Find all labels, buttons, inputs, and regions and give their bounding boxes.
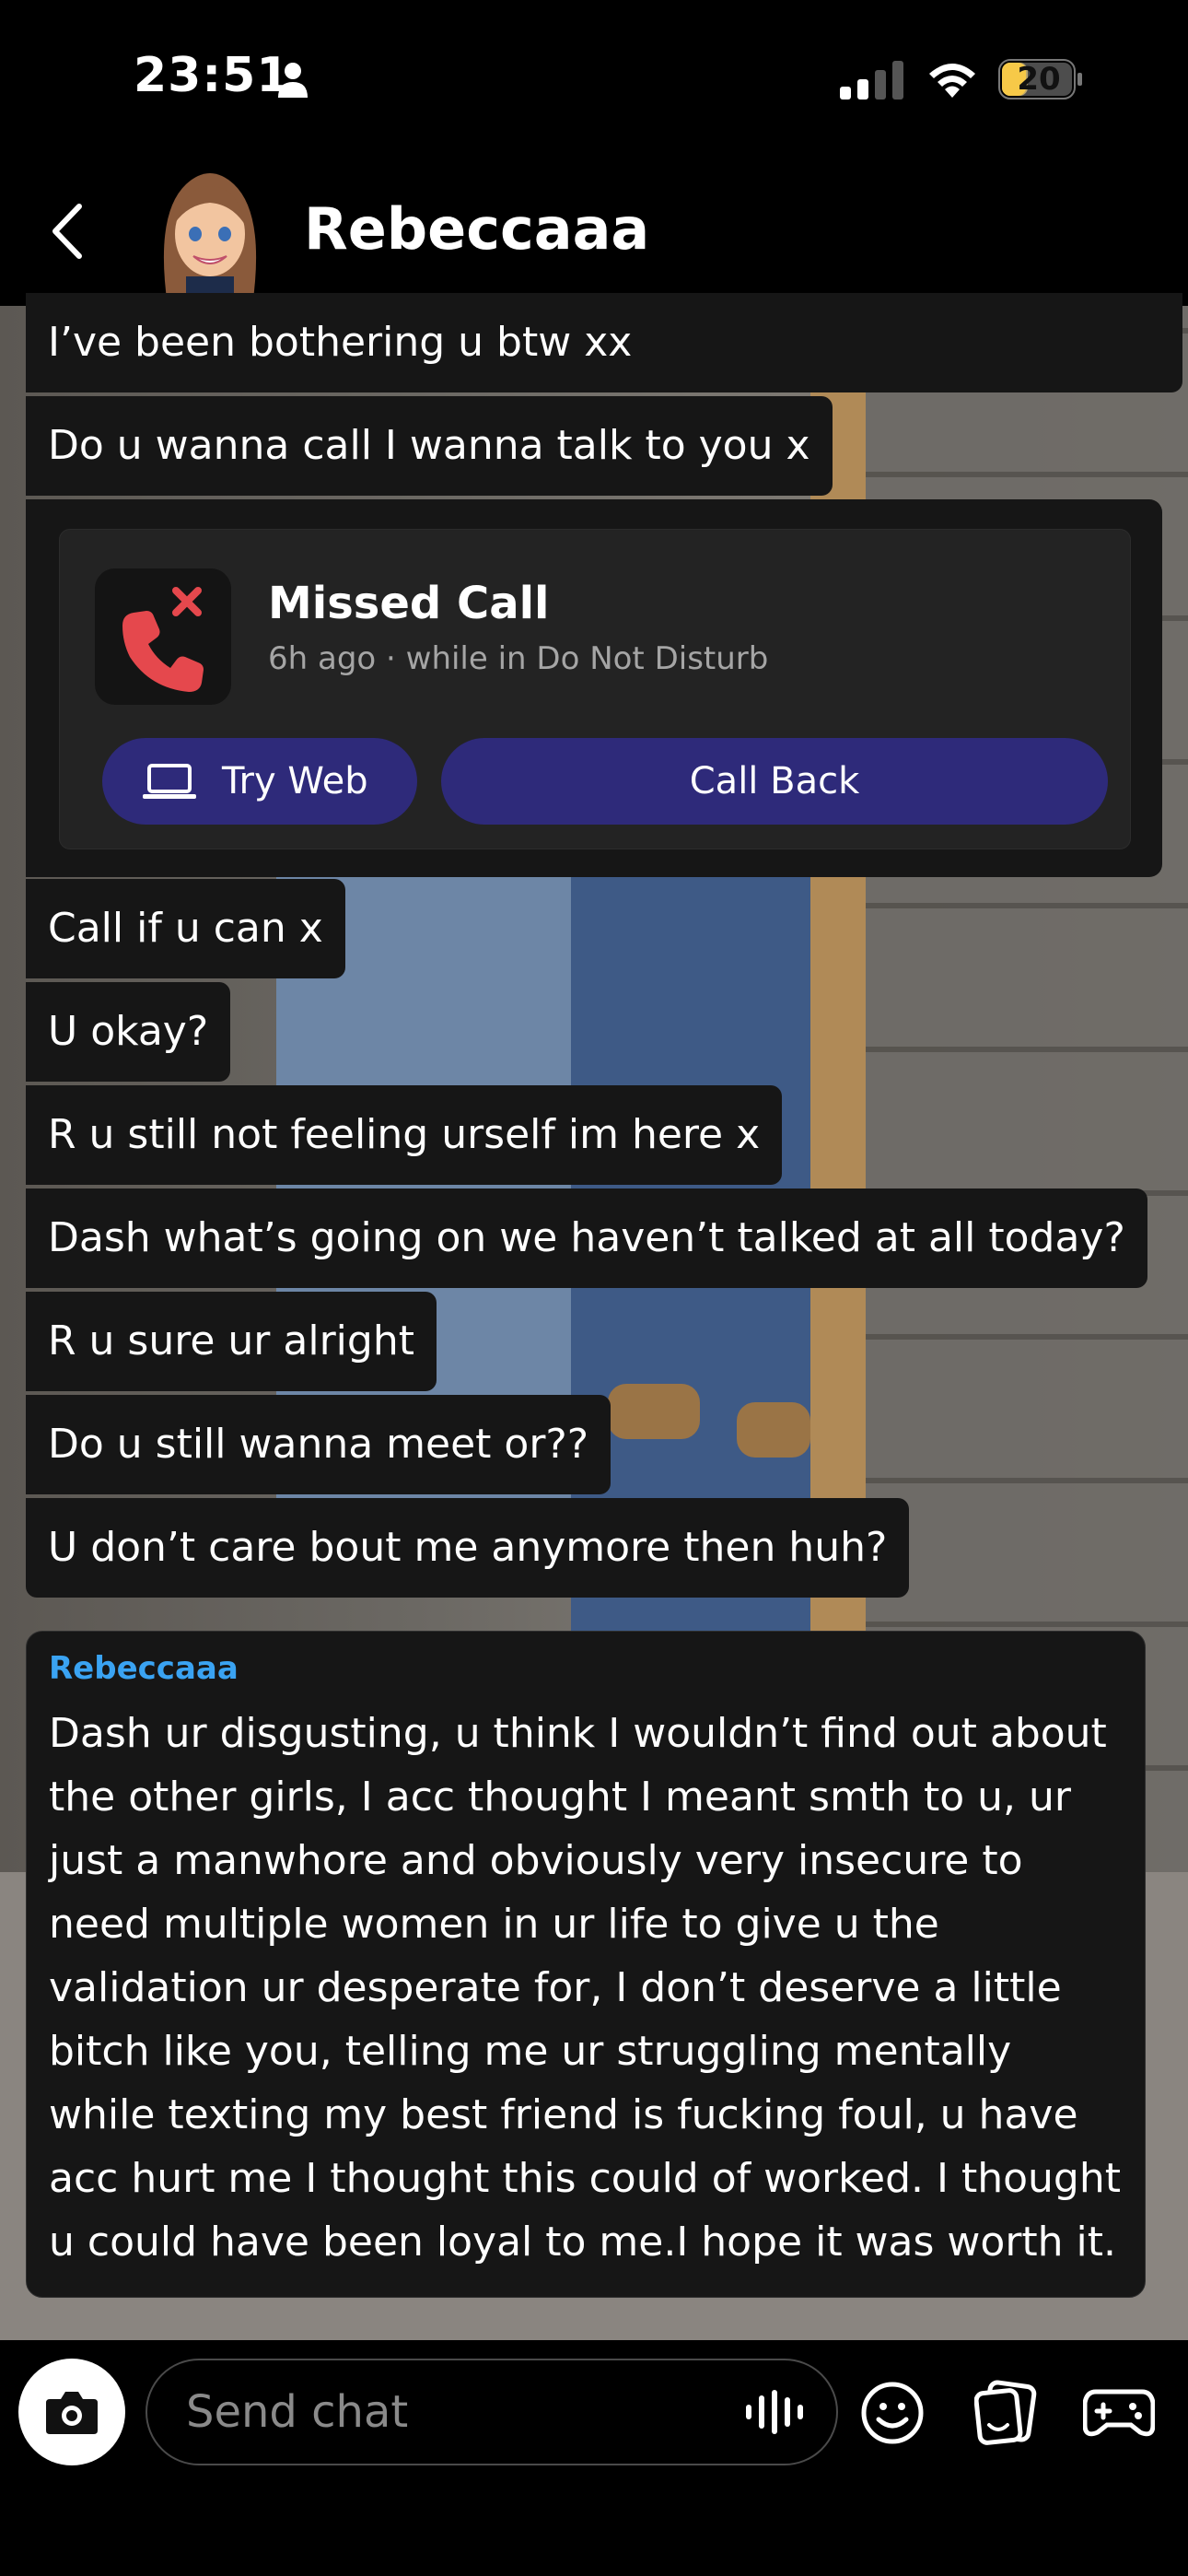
message-bubble[interactable]: Call if u can x [26, 879, 345, 978]
message-bubble[interactable]: Do u still wanna meet or?? [26, 1395, 611, 1494]
camera-button[interactable] [18, 2359, 125, 2465]
chat-header: Rebeccaaa [0, 157, 1188, 307]
cellular-signal-icon [840, 61, 903, 100]
missed-call-subtitle: 6h ago · while in Do Not Disturb [268, 640, 769, 677]
contact-name[interactable]: Rebeccaaa [304, 195, 649, 263]
background-boot [737, 1402, 810, 1458]
message-bubble[interactable]: U okay? [26, 982, 231, 1082]
background-boot [608, 1384, 700, 1439]
memories-sticker-icon[interactable] [974, 2379, 1039, 2445]
battery-level: 20 [1017, 61, 1061, 98]
voice-note-icon[interactable] [744, 2388, 809, 2436]
message-bubble[interactable]: Do u wanna call I wanna talk to you x [26, 396, 833, 496]
back-chevron-icon[interactable] [44, 201, 90, 262]
laptop-icon [143, 764, 196, 799]
message-bubble[interactable]: R u still not feeling urself im here x [26, 1085, 783, 1185]
emoji-icon[interactable] [860, 2381, 925, 2445]
missed-call-icon [95, 568, 231, 705]
send-chat-input[interactable]: Send chat [146, 2359, 838, 2465]
message-bubble[interactable]: Dash what’s going on we haven’t talked a… [26, 1188, 1147, 1288]
camera-icon [46, 2392, 98, 2434]
reply-sender-name: Rebeccaaa [49, 1650, 239, 1687]
message-bubble[interactable]: I’ve been bothering u btw xx [26, 293, 1182, 392]
reply-message[interactable]: Rebeccaaa Dash ur disgusting, u think I … [26, 1631, 1146, 2298]
wifi-icon [929, 64, 975, 98]
try-web-button[interactable]: Try Web [102, 738, 417, 825]
composer-bar: Send chat [0, 2340, 1188, 2576]
send-chat-placeholder: Send chat [186, 2386, 409, 2438]
try-web-label: Try Web [222, 760, 368, 802]
reply-message-text: Dash ur disgusting, u think I wouldn’t f… [49, 1710, 1121, 2266]
status-bar: 23:51 20 [0, 0, 1188, 157]
person-icon [278, 63, 308, 98]
status-time: 23:51 [134, 48, 291, 103]
message-bubble[interactable]: R u sure ur alright [26, 1292, 437, 1391]
missed-call-title: Missed Call [268, 578, 550, 629]
games-controller-icon[interactable] [1083, 2384, 1155, 2441]
message-bubble[interactable]: U don’t care bout me anymore then huh? [26, 1498, 910, 1598]
missed-call-card[interactable]: Missed Call 6h ago · while in Do Not Dis… [59, 529, 1131, 849]
call-back-button[interactable]: Call Back [441, 738, 1108, 825]
bitmoji-avatar[interactable] [149, 158, 271, 306]
missed-call-message: Missed Call 6h ago · while in Do Not Dis… [26, 499, 1162, 877]
